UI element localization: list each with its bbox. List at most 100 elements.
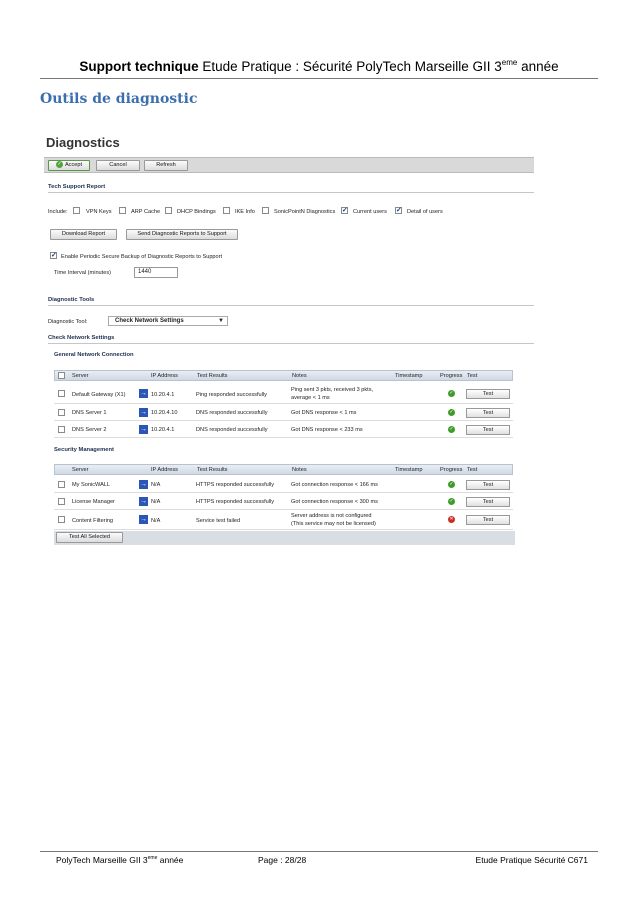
test-result: Ping responded successfully [196,392,267,398]
dhcp-bindings-checkbox[interactable] [165,207,172,214]
test-all-selected-button[interactable]: Test All Selected [56,532,123,543]
diagnostic-tools-heading: Diagnostic Tools [48,297,95,303]
footer-left-sup: eme [147,855,158,861]
send-reports-button[interactable]: Send Diagnostic Reports to Support [126,229,238,240]
ip-address: N/A [151,482,161,488]
vpn-keys-label: VPN Keys [86,209,112,215]
page-title: Diagnostics [46,135,120,150]
server-name: License Manager [72,499,115,505]
col-progress: Progress [440,467,463,473]
ip-address: 10.20.4.1 [151,427,175,433]
accept-button[interactable]: ✓ Accept [48,160,90,171]
tech-support-heading: Tech Support Report [48,184,106,190]
server-name: Content Filtering [72,518,114,524]
check-network-heading: Check Network Settings [48,335,115,341]
test-result: DNS responded successfully [196,427,268,433]
interval-input[interactable]: 1440 [134,267,178,278]
header-end: année [517,59,559,74]
test-result: HTTPS responded successfully [196,482,275,488]
footer-rule [40,851,598,852]
current-users-checkbox[interactable] [341,206,348,214]
col-notes: Notes [292,467,307,473]
col-ip: IP Address [151,373,178,379]
note-line-2: average < 1 ms [291,395,330,401]
security-table-header: Server IP Address Test Results Notes Tim… [54,464,513,475]
section-title: Outils de diagnostic [40,91,198,107]
arp-cache-checkbox[interactable] [119,207,126,214]
sonicpoint-diagnostics-label: SonicPointN Diagnostics [274,209,336,215]
toolbar: ✓ Accept Cancel Refresh [44,157,534,173]
arrow-right-icon[interactable]: → [139,425,148,434]
note-line-1: Got connection response < 166 ms [291,482,378,488]
arrow-right-icon[interactable]: → [139,497,148,506]
table-row: DNS Server 2 → 10.20.4.1 DNS responded s… [54,421,513,438]
accept-label: Accept [64,162,83,168]
test-button[interactable]: Test [466,389,510,399]
col-server: Server [72,467,89,473]
table-row: Default Gateway (X1) → 10.20.4.1 Ping re… [54,384,513,404]
page-number: Page : 28/28 [258,855,307,865]
test-button[interactable]: Test [466,515,510,525]
note-line-1: Got connection response < 300 ms [291,499,378,505]
row-checkbox[interactable] [58,426,65,433]
col-timestamp: Timestamp [395,373,423,379]
col-ip: IP Address [151,467,178,473]
test-button[interactable]: Test [466,480,510,490]
table-row: My SonicWALL → N/A HTTPS responded succe… [54,476,513,493]
vpn-keys-checkbox[interactable] [73,207,80,214]
test-button[interactable]: Test [466,497,510,507]
select-all-checkbox[interactable] [58,372,65,379]
row-checkbox[interactable] [58,390,65,397]
row-checkbox[interactable] [58,498,65,505]
ip-address: 10.20.4.1 [151,392,175,398]
current-users-label: Current users [353,209,387,215]
ike-info-label: IKE Info [235,209,255,215]
server-name: Default Gateway (X1) [72,392,126,398]
test-button[interactable]: Test [466,425,510,435]
server-name: DNS Server 2 [72,427,107,433]
row-checkbox[interactable] [58,481,65,488]
col-progress: Progress [440,373,463,379]
status-ok-icon: ✓ [448,426,455,433]
footer-right: Etude Pratique Sécurité C671 [475,855,588,865]
footer-left-text: PolyTech Marseille GII 3 [56,855,148,865]
col-results: Test Results [197,467,228,473]
col-timestamp: Timestamp [395,467,423,473]
col-server: Server [72,373,89,379]
table-row: License Manager → N/A HTTPS responded su… [54,493,513,510]
cancel-button[interactable]: Cancel [96,160,140,171]
header-sup: eme [501,58,518,67]
row-checkbox[interactable] [58,409,65,416]
test-result: HTTPS responded successfully [196,499,275,505]
detail-users-label: Detail of users [407,209,443,215]
arrow-right-icon[interactable]: → [139,389,148,398]
server-name: DNS Server 1 [72,410,107,416]
detail-users-checkbox[interactable] [395,206,402,214]
row-checkbox[interactable] [58,516,65,523]
test-result: Service test failed [196,518,241,524]
test-button[interactable]: Test [466,408,510,418]
ip-address: N/A [151,518,161,524]
diagnostic-tool-select[interactable]: Check Network Settings ▼ [108,316,228,326]
arrow-right-icon[interactable]: → [139,515,148,524]
status-ok-icon: ✓ [448,390,455,397]
ip-address: 10.20.4.10 [151,410,178,416]
sonicpoint-diagnostics-checkbox[interactable] [262,207,269,214]
general-network-heading: General Network Connection [54,352,134,358]
arrow-right-icon[interactable]: → [139,480,148,489]
col-test: Test [467,373,478,379]
divider [48,192,534,193]
ike-info-checkbox[interactable] [223,207,230,214]
note-line-1: Ping sent 3 pkts, received 3 pkts, [291,387,374,393]
refresh-button[interactable]: Refresh [144,160,188,171]
col-results: Test Results [197,373,228,379]
note-line-1: Server address is not configured [291,513,372,519]
header-bold: Support technique [79,59,199,74]
ip-address: N/A [151,499,161,505]
server-name: My SonicWALL [72,482,111,488]
download-report-button[interactable]: Download Report [50,229,117,240]
periodic-backup-checkbox[interactable] [50,251,57,259]
include-label: Include: [48,209,68,215]
general-table-header: Server IP Address Test Results Notes Tim… [54,370,513,381]
arrow-right-icon[interactable]: → [139,408,148,417]
